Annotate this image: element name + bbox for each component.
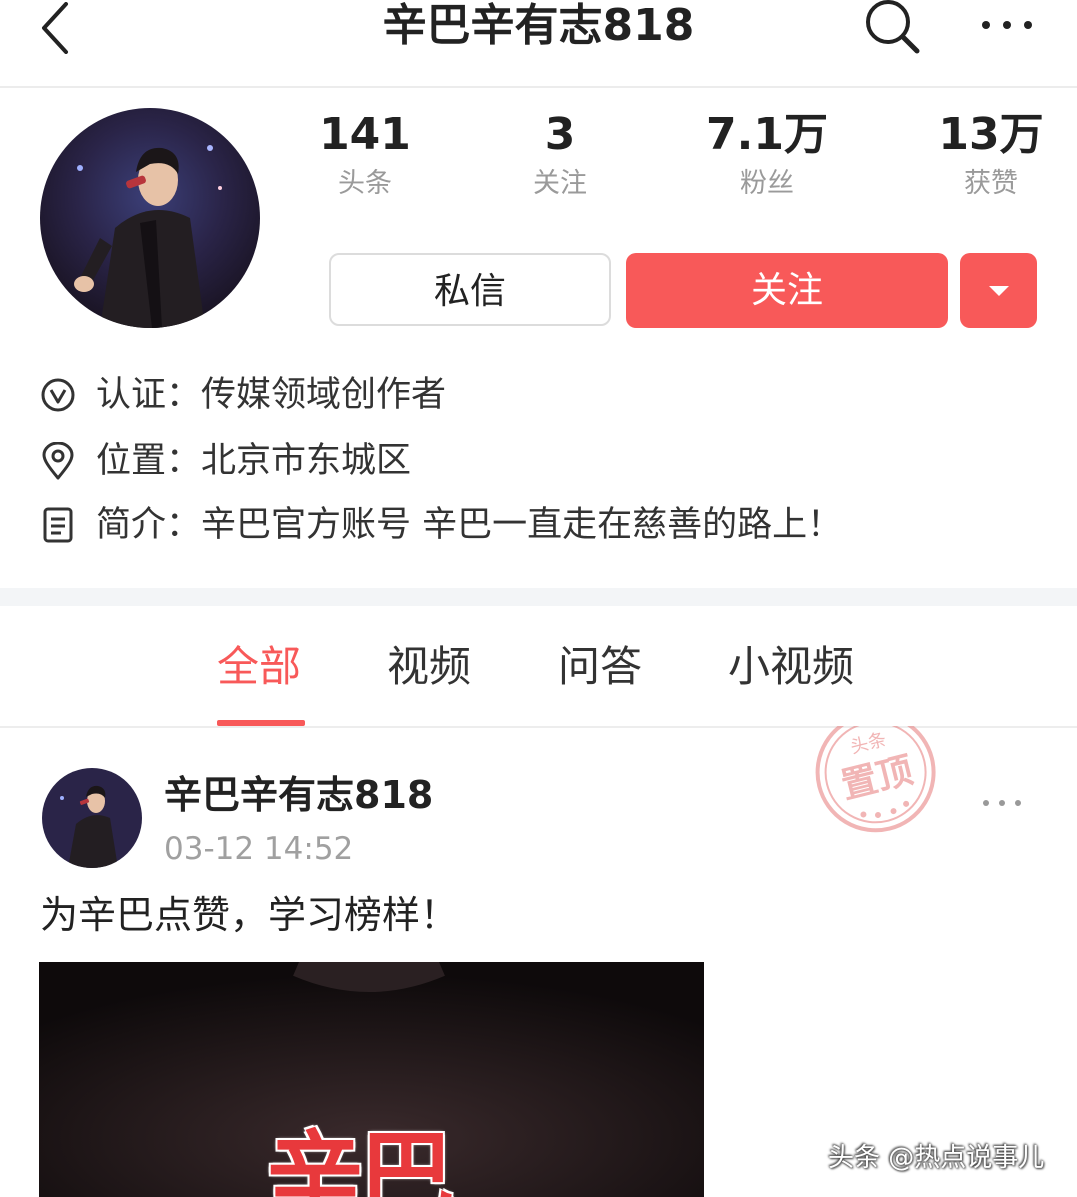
stat-value: 7.1万: [706, 109, 828, 160]
post-avatar[interactable]: [42, 768, 142, 868]
location-pin-icon: [40, 441, 76, 480]
stat-label: 粉丝: [740, 168, 794, 199]
stat-label: 头条: [338, 168, 392, 199]
more-horizontal-icon[interactable]: [978, 10, 1038, 40]
section-divider: [0, 588, 1077, 606]
tab-qa[interactable]: 问答: [558, 636, 642, 698]
post-image[interactable]: 辛巴: [39, 962, 704, 1197]
post-text: 为辛巴点赞，学习榜样！: [40, 893, 459, 937]
recommend-dropdown-button[interactable]: [960, 253, 1037, 328]
document-icon: [40, 506, 76, 544]
stat-followers[interactable]: 7.1万 粉丝: [697, 108, 837, 204]
search-icon[interactable]: [862, 0, 922, 56]
tab-all[interactable]: 全部: [217, 636, 301, 698]
stat-value: 141: [319, 109, 411, 160]
info-verify-text: 认证：传媒领域创作者: [96, 375, 447, 415]
message-button[interactable]: 私信: [329, 253, 611, 326]
stat-value: 13万: [938, 109, 1044, 160]
post-image-caption: 辛巴: [267, 1121, 455, 1197]
tab-short-video[interactable]: 小视频: [728, 636, 854, 698]
stat-label: 获赞: [964, 168, 1018, 199]
stat-posts[interactable]: 141 头条: [295, 108, 435, 204]
stamp-top-text: 头条: [848, 729, 888, 758]
info-location-text: 位置：北京市东城区: [96, 441, 412, 481]
stat-likes[interactable]: 13万 获赞: [921, 108, 1061, 204]
follow-button[interactable]: 关注: [626, 253, 948, 328]
watermark-text: 头条 @热点说事儿: [828, 1143, 1045, 1173]
stamp-main-text: 置顶: [837, 750, 917, 807]
stat-value: 3: [544, 109, 576, 160]
info-bio-text: 简介：辛巴官方账号 辛巴一直走在慈善的路上！: [96, 505, 843, 545]
stat-label: 关注: [533, 168, 587, 199]
post-timestamp: 03-12 14:52: [164, 831, 354, 867]
caret-down-icon: [989, 286, 1009, 296]
profile-avatar[interactable]: [40, 108, 260, 328]
verified-icon: [40, 376, 76, 414]
stat-following[interactable]: 3 关注: [490, 108, 630, 204]
tab-video[interactable]: 视频: [387, 636, 471, 698]
info-location: 位置：北京市东城区: [40, 436, 640, 486]
post-more-icon[interactable]: [980, 794, 1024, 806]
info-verify: 认证：传媒领域创作者: [40, 370, 640, 420]
info-bio: 简介：辛巴官方账号 辛巴一直走在慈善的路上！: [40, 500, 940, 550]
pinned-stamp: 头条 置顶: [812, 712, 942, 838]
post-author-name[interactable]: 辛巴辛有志818: [164, 770, 433, 820]
